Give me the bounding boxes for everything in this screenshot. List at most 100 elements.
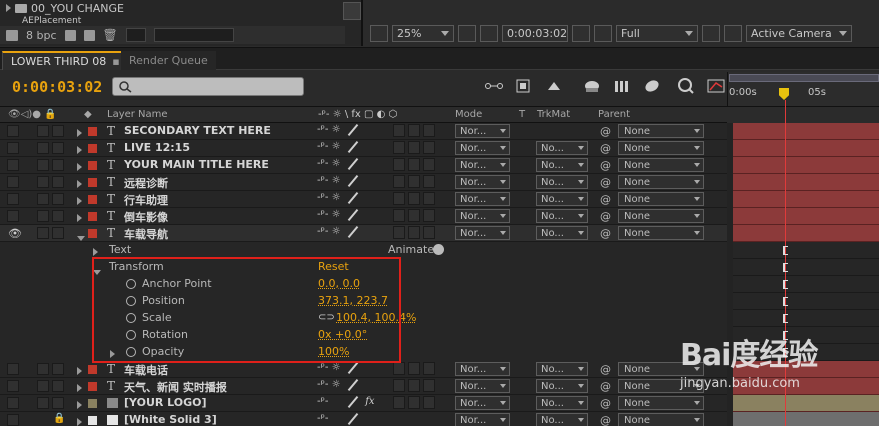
switch-box[interactable]	[423, 124, 435, 137]
trkmat-dropdown[interactable]: No...	[536, 209, 588, 223]
lock-switch[interactable]	[52, 227, 64, 239]
project-folder-row[interactable]: 00_YOU CHANGE	[0, 0, 361, 16]
lock-switch[interactable]	[52, 159, 64, 171]
expand-triangle-icon[interactable]	[77, 127, 82, 140]
switch-box[interactable]	[408, 226, 420, 239]
trkmat-dropdown[interactable]: No...	[536, 192, 588, 206]
pick-whip-icon[interactable]: @	[600, 176, 611, 189]
layer-row[interactable]: T 倒车影像 -ᵖ- ☼ Nor... No... @ None	[0, 208, 727, 225]
layer-duration-bar[interactable]	[733, 395, 879, 412]
layer-row-selected[interactable]: 👁 T 车载导航 -ᵖ- ☼ Nor... No... @ None	[0, 225, 727, 242]
mode-dropdown[interactable]: Nor...	[455, 226, 510, 240]
label-color[interactable]	[88, 416, 97, 425]
expand-triangle-icon[interactable]	[77, 399, 82, 412]
draft-3d-icon[interactable]	[514, 76, 534, 96]
col-trkmat[interactable]: TrkMat	[537, 109, 570, 120]
switch-box[interactable]	[393, 226, 405, 239]
trkmat-dropdown[interactable]: No...	[536, 175, 588, 189]
frame-blending-icon[interactable]	[582, 76, 602, 96]
lock-icon[interactable]: 🔒	[53, 413, 65, 424]
layer-name[interactable]: YOUR MAIN TITLE HERE	[124, 158, 269, 171]
pick-whip-icon[interactable]: @	[600, 193, 611, 206]
switch-box[interactable]	[423, 226, 435, 239]
layer-row[interactable]: T 行车助理 -ᵖ- ☼ Nor... No... @ None	[0, 191, 727, 208]
layer-switches[interactable]: -ᵖ- ☼	[317, 362, 359, 374]
video-switch[interactable]	[7, 193, 19, 205]
transparency-grid-icon[interactable]	[702, 24, 720, 42]
parent-dropdown[interactable]: None	[618, 396, 704, 410]
parent-dropdown[interactable]: None	[618, 209, 704, 223]
flowchart-icon[interactable]	[343, 2, 361, 20]
expand-triangle-icon[interactable]	[77, 365, 82, 378]
solo-switch[interactable]	[37, 142, 49, 154]
layer-name[interactable]: LIVE 12:15	[124, 141, 190, 154]
lock-switch[interactable]	[52, 193, 64, 205]
mode-dropdown[interactable]: Nor...	[455, 175, 510, 189]
pick-whip-icon[interactable]: @	[600, 414, 611, 426]
layer-switches[interactable]: -ᵖ- ☼	[317, 379, 359, 391]
animate-menu[interactable]: Animate:	[388, 243, 438, 256]
switch-box[interactable]	[408, 124, 420, 137]
switch-box[interactable]	[423, 158, 435, 171]
expand-triangle-icon[interactable]	[77, 212, 82, 225]
layer-row[interactable]: T 远程诊断 -ᵖ- ☼ Nor... No... @ None	[0, 174, 727, 191]
label-color[interactable]	[88, 365, 97, 374]
switch-box[interactable]	[393, 192, 405, 205]
solo-switch[interactable]	[37, 193, 49, 205]
mode-dropdown[interactable]: Nor...	[455, 379, 510, 393]
layer-switches[interactable]: -ᵖ-	[317, 413, 359, 425]
label-color[interactable]	[88, 229, 97, 238]
layer-duration-bar[interactable]	[733, 208, 879, 225]
switch-box[interactable]	[408, 175, 420, 188]
lock-switch[interactable]	[52, 125, 64, 137]
keyframe-marker[interactable]	[783, 297, 788, 306]
switch-box[interactable]	[423, 209, 435, 222]
work-area-bar[interactable]	[729, 74, 879, 82]
layer-name[interactable]: [YOUR LOGO]	[124, 396, 207, 409]
pick-whip-icon[interactable]: @	[600, 227, 611, 240]
mode-dropdown[interactable]: Nor...	[455, 141, 510, 155]
lock-switch[interactable]	[52, 142, 64, 154]
mode-dropdown[interactable]: Nor...	[455, 209, 510, 223]
switch-box[interactable]	[393, 158, 405, 171]
comp-mini-flowchart-icon[interactable]	[484, 76, 504, 96]
layer-duration-bar[interactable]	[733, 412, 879, 426]
pick-whip-icon[interactable]: @	[600, 159, 611, 172]
layer-duration-bar[interactable]	[733, 191, 879, 208]
video-switch[interactable]	[7, 125, 19, 137]
new-comp-icon[interactable]	[83, 29, 95, 41]
pick-whip-icon[interactable]: @	[600, 363, 611, 376]
trkmat-dropdown[interactable]: No...	[536, 396, 588, 410]
solo-switch[interactable]	[37, 363, 49, 375]
fast-previews-icon[interactable]	[724, 24, 742, 42]
label-color[interactable]	[88, 399, 97, 408]
video-switch[interactable]	[7, 159, 19, 171]
mode-dropdown[interactable]: Nor...	[455, 413, 510, 426]
layer-duration-bar[interactable]	[733, 123, 879, 140]
channels-icon[interactable]	[594, 24, 612, 42]
layer-row[interactable]: T 车载电话 -ᵖ- ☼ Nor... No... @ None	[0, 361, 727, 378]
mode-dropdown[interactable]: Nor...	[455, 396, 510, 410]
trash-icon[interactable]: 🗑	[103, 28, 118, 42]
layer-row[interactable]: T 天气、新闻 实时播报 -ᵖ- ☼ Nor... No... @ None	[0, 378, 727, 395]
expand-triangle-icon[interactable]	[77, 161, 82, 174]
project-scroll-track[interactable]	[153, 28, 234, 42]
solo-switch[interactable]	[37, 397, 49, 409]
pick-whip-icon[interactable]: @	[600, 380, 611, 393]
label-color[interactable]	[88, 195, 97, 204]
switch-box[interactable]	[423, 362, 435, 375]
brainstorm-icon[interactable]	[642, 76, 662, 96]
mode-dropdown[interactable]: Nor...	[455, 362, 510, 376]
trkmat-dropdown[interactable]: No...	[536, 226, 588, 240]
trkmat-dropdown[interactable]: No...	[536, 362, 588, 376]
parent-dropdown[interactable]: None	[618, 226, 704, 240]
parent-dropdown[interactable]: None	[618, 141, 704, 155]
label-color[interactable]	[88, 161, 97, 170]
keyframe-marker[interactable]	[783, 280, 788, 289]
switch-box[interactable]	[393, 124, 405, 137]
layer-row[interactable]: [YOUR LOGO] -ᵖ- fx Nor... No... @ None	[0, 395, 727, 412]
switch-box[interactable]	[408, 379, 420, 392]
layer-name[interactable]: 远程诊断	[124, 175, 168, 191]
switch-box[interactable]	[393, 396, 405, 409]
tab-render-queue[interactable]: Render Queue	[121, 51, 216, 70]
